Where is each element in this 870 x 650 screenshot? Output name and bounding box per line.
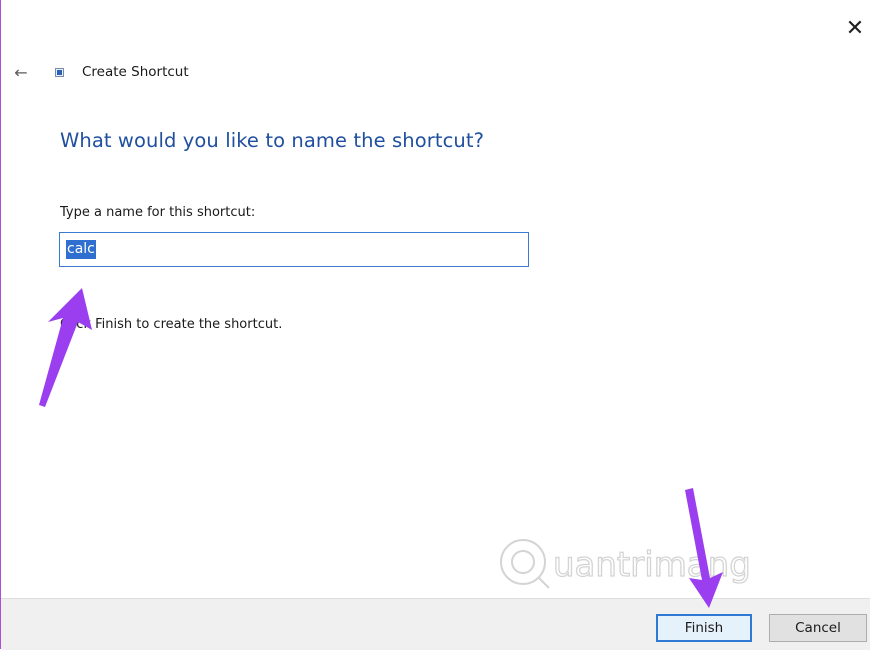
dialog-footer: Finish Cancel [1, 598, 870, 650]
shortcut-name-label: Type a name for this shortcut: [60, 205, 256, 220]
watermark-logo: uantrimang [500, 539, 751, 589]
watermark-text: uantrimang [553, 545, 751, 585]
cancel-button[interactable]: Cancel [769, 614, 867, 642]
create-shortcut-dialog: ✕ ← Create Shortcut What would you like … [0, 0, 870, 650]
finish-instruction: Click Finish to create the shortcut. [60, 317, 283, 332]
arrow-left-icon[interactable]: ← [9, 60, 33, 84]
finish-button[interactable]: Finish [656, 614, 752, 642]
shortcut-name-value: calc [66, 240, 96, 259]
annotation-arrow-finish [685, 488, 723, 608]
shortcut-icon [55, 67, 64, 77]
dialog-header: ← Create Shortcut [9, 60, 189, 84]
close-icon[interactable]: ✕ [840, 14, 870, 42]
dialog-title: Create Shortcut [82, 64, 189, 80]
page-heading: What would you like to name the shortcut… [60, 129, 485, 152]
annotation-arrow-input [39, 288, 92, 407]
shortcut-name-input[interactable]: calc [59, 232, 529, 267]
